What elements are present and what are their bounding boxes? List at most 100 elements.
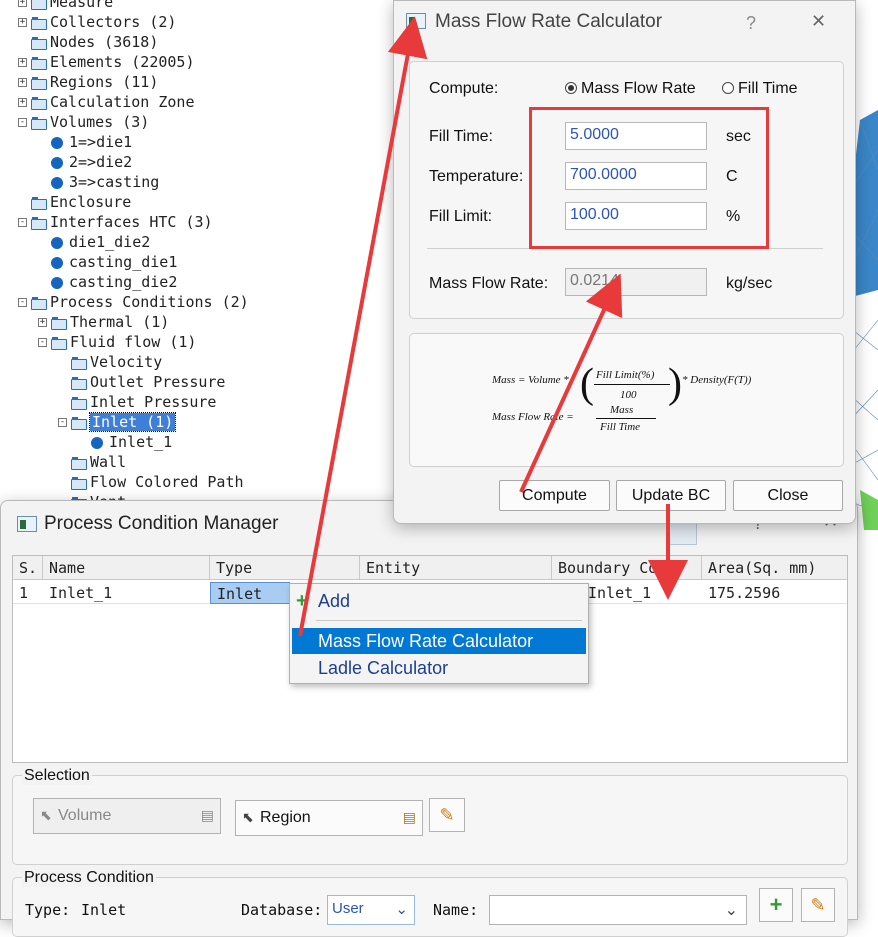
edit-condition-button[interactable]: ✎ xyxy=(801,888,835,922)
close-button[interactable]: Close xyxy=(733,480,843,511)
tree-item-label: casting_die2 xyxy=(69,273,178,291)
expand-icon[interactable]: + xyxy=(18,98,27,107)
tree-item-label: Calculation Zone xyxy=(50,93,195,111)
item-bullet-icon xyxy=(51,176,63,189)
tree-item[interactable]: die1_die2 xyxy=(38,232,150,252)
tree-item-label: Nodes (3618) xyxy=(50,33,159,51)
app-icon xyxy=(17,516,37,532)
formula-frac-den: 100 xyxy=(620,389,637,401)
folder-icon xyxy=(31,37,47,50)
col-type[interactable]: Type xyxy=(210,556,360,580)
add-icon: + xyxy=(296,590,308,612)
radio-fill-time[interactable]: Fill Time xyxy=(722,80,798,98)
expand-icon[interactable]: + xyxy=(18,18,27,27)
process-condition-manager-dialog: Process Condition Manager ? ✕ S. Name Ty… xyxy=(0,500,858,937)
process-condition-group: Process Condition Type: Inlet Database: … xyxy=(12,869,848,937)
col-s[interactable]: S. xyxy=(13,556,43,580)
tree-item[interactable]: - Inlet (1) xyxy=(58,412,177,432)
mfr-titlebar[interactable]: Mass Flow Rate Calculator ? ✕ xyxy=(394,1,855,45)
cell-bc: Inlet_1 xyxy=(588,584,652,602)
edit-pencil-button[interactable]: ✎ xyxy=(429,798,465,832)
update-bc-button[interactable]: Update BC xyxy=(616,480,726,511)
tree-item-label: Flow Colored Path xyxy=(90,473,244,491)
volume-button[interactable]: ⬉ Volume ▤ xyxy=(33,798,221,834)
add-condition-button[interactable]: + xyxy=(759,888,793,922)
expand-icon[interactable]: + xyxy=(18,0,27,7)
pcm-title: Process Condition Manager xyxy=(44,513,279,534)
folder-icon xyxy=(71,457,87,470)
tree-item-label: Inlet Pressure xyxy=(90,393,217,411)
cell-area: 175.2596 xyxy=(708,584,781,602)
mfr-close-icon[interactable]: ✕ xyxy=(811,11,826,32)
mass-flow-rate-output: 0.0214 xyxy=(565,268,707,296)
tree-item[interactable]: + Calculation Zone xyxy=(18,92,195,112)
tree-item[interactable]: - Fluid flow (1) xyxy=(38,332,196,352)
col-entity[interactable]: Entity xyxy=(360,556,552,580)
tree-item[interactable]: + Elements (22005) xyxy=(18,52,195,72)
tree-item[interactable]: Velocity xyxy=(58,352,162,372)
tree-item[interactable]: Outlet Pressure xyxy=(58,372,225,392)
tree-item[interactable]: Flow Colored Path xyxy=(58,472,244,492)
folder-icon xyxy=(71,477,87,490)
collapse-icon[interactable]: - xyxy=(58,418,67,427)
name-select[interactable]: ⌄ xyxy=(489,895,747,925)
tree-item[interactable]: casting_die2 xyxy=(38,272,177,292)
tree-item-label: Wall xyxy=(90,453,127,471)
table-header: S. Name Type Entity Boundary Cond. Area(… xyxy=(13,556,847,580)
mass-flow-rate-calculator-dialog: Mass Flow Rate Calculator ? ✕ Compute: M… xyxy=(393,0,856,524)
tree-item[interactable]: Nodes (3618) xyxy=(18,32,158,52)
mfr-help-icon[interactable]: ? xyxy=(746,13,756,34)
collapse-icon[interactable]: - xyxy=(18,298,27,307)
region-button[interactable]: ⬉ Region ▤ xyxy=(235,800,423,836)
collapse-icon[interactable]: - xyxy=(38,338,47,347)
tree-item[interactable]: Inlet_1 xyxy=(78,432,172,452)
tree-item[interactable]: + Measure xyxy=(18,0,113,12)
radio-mass-flow-rate[interactable]: Mass Flow Rate xyxy=(565,80,696,98)
cell-type[interactable]: Inlet xyxy=(210,582,290,604)
col-area[interactable]: Area(Sq. mm) xyxy=(702,556,847,580)
folder-icon xyxy=(71,417,87,430)
menu-item-mass-flow-rate-calculator[interactable]: Mass Flow Rate Calculator xyxy=(292,628,586,654)
list-icon: ▤ xyxy=(402,809,416,825)
collapse-icon[interactable]: - xyxy=(18,218,27,227)
compute-button[interactable]: Compute xyxy=(499,480,610,511)
formula-mass-lhs: Mass = Volume * xyxy=(492,374,569,386)
expand-icon[interactable]: + xyxy=(18,58,27,67)
folder-icon xyxy=(71,377,87,390)
tree-item[interactable]: Enclosure xyxy=(18,192,131,212)
tree-item-label: Enclosure xyxy=(50,193,132,211)
tree-item[interactable]: 1=>die1 xyxy=(38,132,132,152)
folder-icon xyxy=(31,97,47,110)
annotation-highlight-box xyxy=(529,107,769,249)
process-condition-label: Process Condition xyxy=(22,869,156,887)
mass-flow-rate-label: Mass Flow Rate: xyxy=(429,275,549,292)
folder-icon xyxy=(51,317,67,330)
selection-label: Selection xyxy=(22,767,92,785)
tree-item[interactable]: + Collectors (2) xyxy=(18,12,176,32)
col-boundary-cond[interactable]: Boundary Cond. xyxy=(552,556,702,580)
tree-item[interactable]: casting_die1 xyxy=(38,252,177,272)
tree-item[interactable]: 2=>die2 xyxy=(38,152,132,172)
tree-item[interactable]: + Thermal (1) xyxy=(38,312,169,332)
tree-item[interactable]: Inlet Pressure xyxy=(58,392,216,412)
col-name[interactable]: Name xyxy=(43,556,210,580)
tree-item-label: Collectors (2) xyxy=(50,13,177,31)
database-label: Database: xyxy=(241,901,323,919)
tree-item[interactable]: Wall xyxy=(58,452,126,472)
expand-icon[interactable]: + xyxy=(38,318,47,327)
tree-item[interactable]: - Interfaces HTC (3) xyxy=(18,212,213,232)
tree-item[interactable]: - Volumes (3) xyxy=(18,112,149,132)
paren-right: ) xyxy=(668,361,682,407)
menu-item-add[interactable]: + Add xyxy=(292,588,586,614)
expand-icon[interactable]: + xyxy=(18,78,27,87)
menu-item-ladle-calculator[interactable]: Ladle Calculator xyxy=(292,655,586,681)
collapse-icon[interactable]: - xyxy=(18,118,27,127)
database-select[interactable]: User ⌄ xyxy=(327,895,415,925)
tree-item[interactable]: + Regions (11) xyxy=(18,72,158,92)
tree-item-label: Regions (11) xyxy=(50,73,159,91)
tree-item[interactable]: - Process Conditions (2) xyxy=(18,292,249,312)
tree-item-label: 1=>die1 xyxy=(69,133,133,151)
type-value: Inlet xyxy=(81,901,127,919)
formula-mfr-lhs: Mass Flow Rate = xyxy=(492,411,574,423)
tree-item[interactable]: 3=>casting xyxy=(38,172,159,192)
